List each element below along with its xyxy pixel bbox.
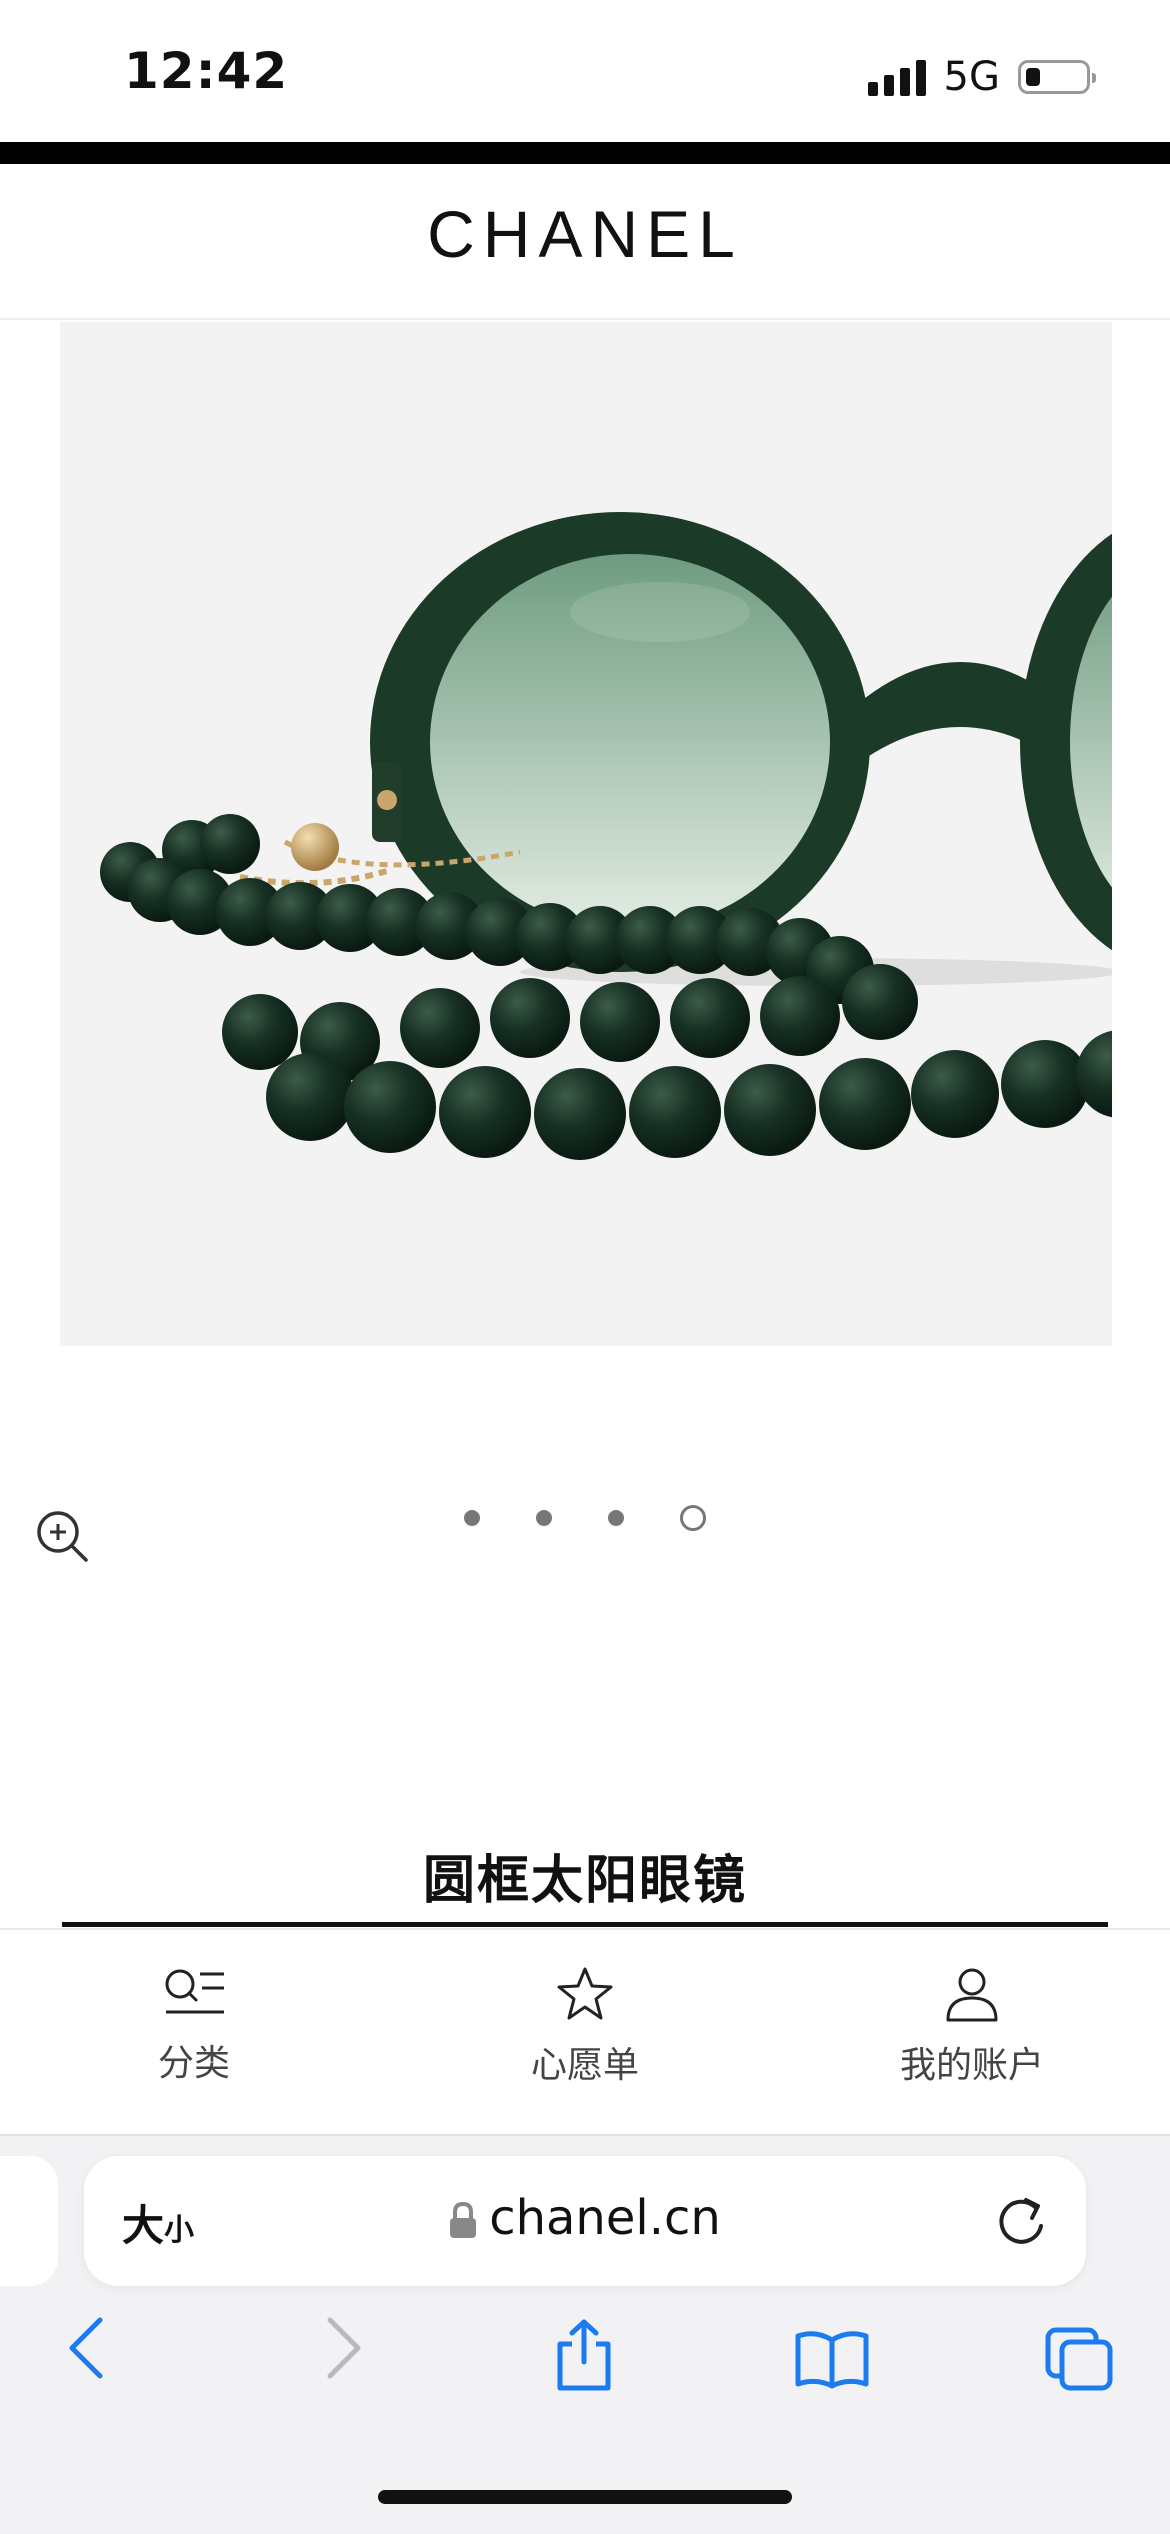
previous-tab-card[interactable] — [0, 2156, 58, 2286]
tabs-icon[interactable] — [1044, 2326, 1114, 2392]
nav-label-account: 我的账户 — [899, 2045, 1044, 2086]
nav-item-category[interactable]: 分类 — [74, 1966, 314, 2086]
home-indicator — [378, 2490, 792, 2504]
category-icon — [165, 1969, 224, 2014]
sunglasses-photo — [60, 322, 1112, 1346]
url-text: chanel.cn — [489, 2190, 721, 2246]
bottom-navigation: 分类 心愿单 我的账户 — [0, 1928, 1170, 2136]
back-arrow-icon[interactable] — [64, 2316, 112, 2380]
brand-logo[interactable]: CHANEL — [0, 196, 1170, 272]
person-icon — [946, 1968, 998, 2022]
network-type: 5G — [943, 54, 1000, 100]
lock-icon — [450, 2202, 477, 2238]
star-icon — [557, 1967, 613, 2020]
carousel-dot-active[interactable] — [680, 1505, 706, 1531]
title-underline — [62, 1922, 1108, 1927]
nav-label-category: 分类 — [157, 2043, 230, 2084]
share-icon[interactable] — [552, 2318, 616, 2392]
carousel-dot[interactable] — [608, 1510, 624, 1526]
header-rule — [0, 142, 1170, 164]
carousel-dot[interactable] — [464, 1510, 480, 1526]
nav-item-wishlist[interactable]: 心愿单 — [465, 1966, 705, 2088]
nav-item-account[interactable]: 我的账户 — [852, 1966, 1092, 2088]
forward-arrow-icon[interactable] — [318, 2316, 366, 2380]
header-divider — [0, 318, 1170, 320]
status-time: 12:42 — [124, 42, 289, 100]
product-image[interactable] — [60, 322, 1112, 1346]
status-indicators: 5G — [867, 52, 1096, 102]
cellular-signal-icon — [867, 58, 926, 96]
battery-icon — [1018, 60, 1096, 94]
carousel-dot[interactable] — [536, 1510, 552, 1526]
url-display[interactable]: chanel.cn — [84, 2190, 1086, 2246]
bookmarks-icon[interactable] — [794, 2330, 870, 2390]
nav-label-wishlist: 心愿单 — [530, 2045, 639, 2086]
product-title: 圆框太阳眼镜 — [422, 1851, 747, 1911]
carousel-dots — [0, 1502, 1170, 1531]
reload-icon[interactable] — [996, 2194, 1048, 2248]
address-bar[interactable]: 大小 chanel.cn — [84, 2156, 1086, 2286]
